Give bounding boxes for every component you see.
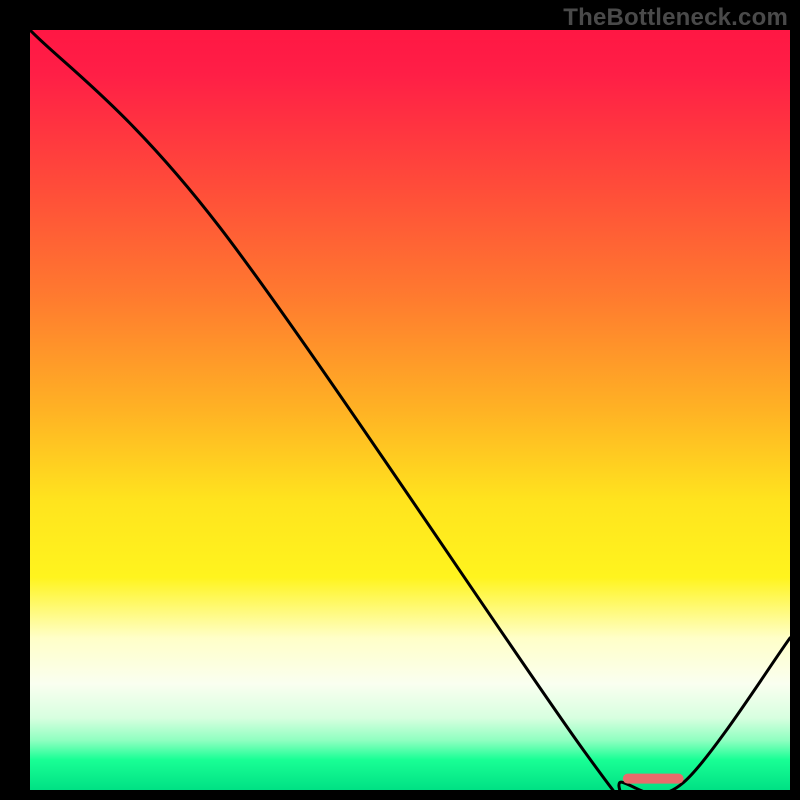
- optimal-marker: [623, 774, 684, 784]
- chart-plot: [30, 30, 790, 790]
- chart-frame: TheBottleneck.com: [0, 0, 800, 800]
- gradient-background: [30, 30, 790, 790]
- watermark-text: TheBottleneck.com: [563, 4, 788, 32]
